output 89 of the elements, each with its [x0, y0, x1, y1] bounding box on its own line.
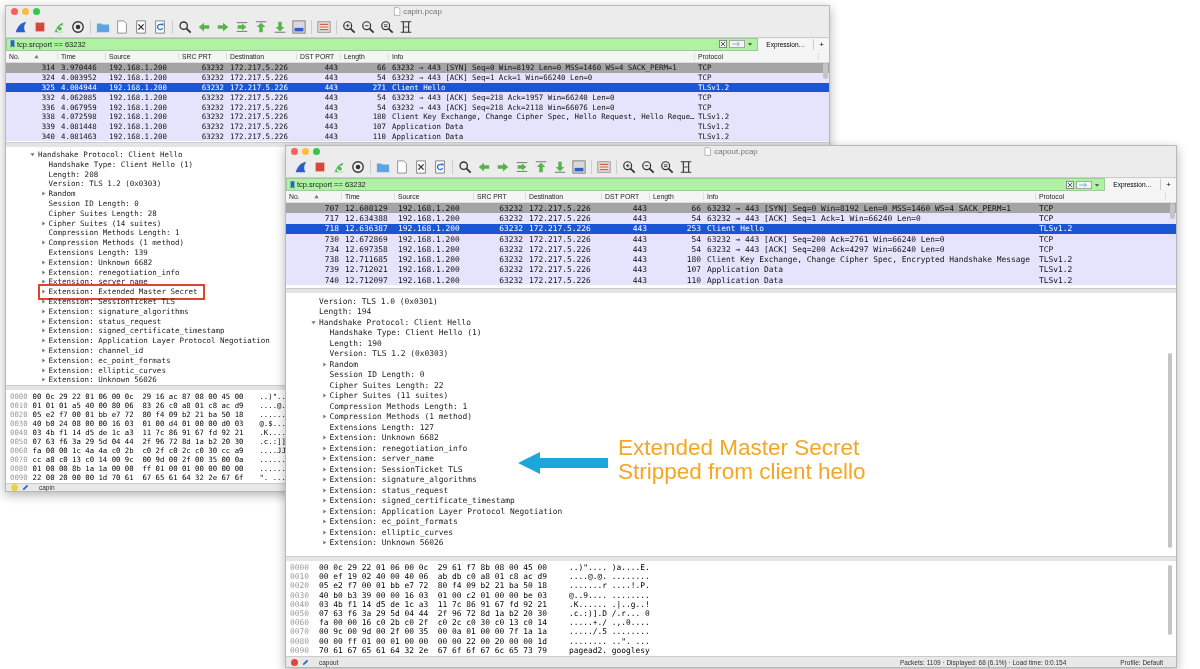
clear-icon[interactable] — [1066, 180, 1075, 189]
down-arrow-icon[interactable] — [273, 19, 287, 34]
clear-icon[interactable] — [719, 40, 728, 49]
shark-fin-icon[interactable] — [14, 19, 28, 34]
expand-triangle-icon[interactable] — [321, 487, 327, 493]
expand-triangle-icon[interactable] — [40, 367, 46, 373]
zoom-reset-icon[interactable] — [660, 160, 674, 174]
zoom-in-icon[interactable] — [622, 160, 636, 174]
search-icon[interactable] — [178, 19, 192, 34]
expand-triangle-icon[interactable] — [40, 348, 46, 354]
target-icon[interactable] — [351, 160, 365, 174]
expand-triangle-icon[interactable] — [321, 477, 327, 483]
window-title: capout.pcap — [714, 147, 758, 156]
expand-triangle-icon[interactable] — [40, 308, 46, 314]
expand-triangle-icon[interactable] — [40, 220, 46, 226]
document-icon — [704, 147, 712, 156]
expand-triangle-icon[interactable] — [40, 289, 46, 295]
expand-triangle-icon[interactable] — [321, 519, 327, 525]
sort-arrow-icon — [33, 53, 39, 59]
scrollbar[interactable] — [1168, 353, 1172, 548]
restart-icon[interactable] — [332, 160, 346, 174]
expand-triangle-icon[interactable] — [40, 279, 46, 285]
reload-icon[interactable] — [153, 19, 167, 34]
expand-triangle-icon[interactable] — [40, 191, 46, 197]
left-arrow-icon[interactable] — [477, 160, 491, 174]
sort-arrow-icon — [313, 194, 319, 199]
zoom-button[interactable] — [313, 148, 320, 155]
close-file-icon[interactable] — [414, 160, 428, 174]
zoom-in-icon[interactable] — [342, 19, 356, 34]
annotation-text: Extended Master Secret — [618, 436, 861, 461]
bookmark-icon[interactable] — [290, 180, 295, 189]
document-icon — [393, 7, 401, 16]
expand-triangle-icon[interactable] — [40, 299, 46, 305]
zoom-out-icon[interactable] — [641, 160, 655, 174]
expand-triangle-icon[interactable] — [321, 498, 327, 504]
expand-triangle-icon[interactable] — [321, 540, 327, 546]
colorize-icon[interactable] — [597, 160, 611, 174]
stop-icon[interactable] — [313, 160, 327, 174]
close-file-icon[interactable] — [134, 19, 148, 34]
zoom-button[interactable] — [33, 8, 40, 15]
expand-triangle-icon[interactable] — [321, 466, 327, 472]
resize-columns-icon[interactable] — [399, 19, 413, 34]
jump-icon[interactable] — [515, 160, 529, 174]
target-icon[interactable] — [71, 19, 85, 34]
expand-triangle-icon[interactable] — [40, 269, 46, 275]
window-title: capin.pcap — [403, 7, 442, 16]
expand-triangle-icon[interactable] — [40, 328, 46, 334]
reload-icon[interactable] — [433, 160, 447, 174]
expand-triangle-icon[interactable] — [40, 357, 46, 363]
expand-triangle-icon[interactable] — [321, 508, 327, 514]
file-icon[interactable] — [395, 160, 409, 174]
expand-triangle-icon[interactable] — [321, 414, 327, 420]
pencil-icon[interactable] — [22, 483, 29, 491]
scrollbar[interactable] — [823, 62, 828, 79]
expand-triangle-icon[interactable] — [321, 435, 327, 441]
up-arrow-icon[interactable] — [534, 160, 548, 174]
expand-triangle-icon[interactable] — [321, 361, 327, 367]
pencil-icon[interactable] — [302, 658, 309, 666]
close-button[interactable] — [11, 8, 18, 15]
jump-icon[interactable] — [235, 19, 249, 34]
file-icon[interactable] — [115, 19, 129, 34]
expand-triangle-icon[interactable] — [321, 445, 327, 451]
autoscroll-icon[interactable] — [572, 160, 586, 174]
scrollbar[interactable] — [1168, 565, 1172, 635]
annotation-text: Stripped from client hello — [618, 460, 866, 485]
expand-triangle-icon[interactable] — [311, 319, 316, 325]
expand-triangle-icon[interactable] — [30, 152, 35, 158]
resize-columns-icon[interactable] — [679, 160, 693, 174]
expand-triangle-icon[interactable] — [40, 240, 46, 246]
colorize-icon[interactable] — [317, 19, 331, 34]
zoom-reset-icon[interactable] — [380, 19, 394, 34]
expand-triangle-icon[interactable] — [40, 377, 46, 383]
close-button[interactable] — [291, 148, 298, 155]
zoom-out-icon[interactable] — [361, 19, 375, 34]
down-arrow-icon[interactable] — [553, 160, 567, 174]
autoscroll-icon[interactable] — [292, 19, 306, 34]
right-arrow-icon[interactable] — [496, 160, 510, 174]
search-icon[interactable] — [458, 160, 472, 174]
status-indicator-icon[interactable] — [291, 658, 298, 666]
expand-triangle-icon[interactable] — [321, 456, 327, 462]
expand-triangle-icon[interactable] — [321, 529, 327, 535]
shark-fin-icon[interactable] — [294, 160, 308, 174]
expand-triangle-icon[interactable] — [40, 338, 46, 344]
expand-triangle-icon[interactable] — [40, 318, 46, 324]
scrollbar[interactable] — [1170, 203, 1175, 219]
bookmark-icon[interactable] — [10, 40, 15, 49]
up-arrow-icon[interactable] — [254, 19, 268, 34]
expand-triangle-icon[interactable] — [321, 393, 327, 399]
expand-triangle-icon[interactable] — [40, 259, 46, 265]
